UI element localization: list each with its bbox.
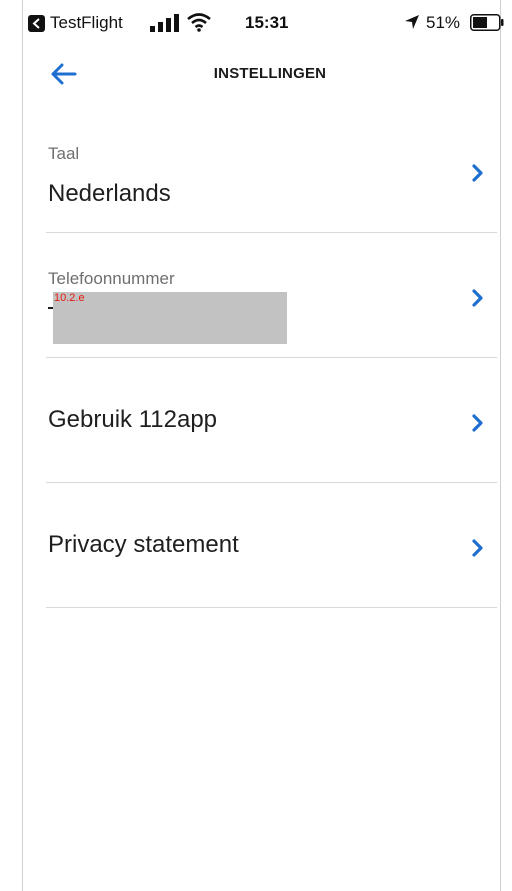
back-app-icon: [28, 14, 45, 32]
language-label: Taal: [48, 144, 80, 163]
status-time: 15:31: [245, 13, 289, 32]
wifi-icon: [187, 13, 211, 32]
chevron-right-icon: [472, 414, 483, 432]
settings-row-privacy[interactable]: Privacy statement: [46, 483, 497, 608]
back-to-app-button[interactable]: TestFlight: [28, 13, 123, 33]
settings-row-usage[interactable]: Gebruik 112app: [46, 358, 497, 483]
status-bar: TestFlight 15:31 51%: [0, 0, 512, 46]
chevron-right-icon: [472, 164, 483, 182]
signal-icon: [150, 14, 179, 32]
language-value: Nederlands: [48, 180, 171, 207]
battery-percentage: 51%: [426, 13, 461, 32]
screen-edge-right: [500, 0, 501, 891]
back-app-label: TestFlight: [50, 13, 123, 32]
app-screen: TestFlight 15:31 51% INSTELLINGEN Taal N…: [0, 0, 512, 891]
location-icon: [405, 15, 419, 29]
settings-row-language[interactable]: Taal Nederlands: [46, 108, 497, 233]
chevron-right-icon: [472, 539, 483, 557]
screen-edge-left: [22, 0, 23, 891]
chevron-right-icon: [472, 289, 483, 307]
phone-label: Telefoonnummer: [48, 269, 175, 288]
usage-title: Gebruik 112app: [48, 406, 218, 433]
page-title: INSTELLINGEN: [213, 65, 327, 82]
phone-value-redaction: [53, 292, 287, 344]
redaction-tag: 10.2.e: [54, 292, 85, 304]
settings-row-phone[interactable]: Telefoonnummer 10.2.e: [46, 233, 497, 358]
settings-list: Taal Nederlands Telefoonnummer 10.2.e Ge…: [46, 108, 497, 608]
privacy-title: Privacy statement: [48, 531, 239, 558]
battery-icon: [470, 14, 504, 31]
navigation-bar: INSTELLINGEN: [0, 50, 512, 98]
